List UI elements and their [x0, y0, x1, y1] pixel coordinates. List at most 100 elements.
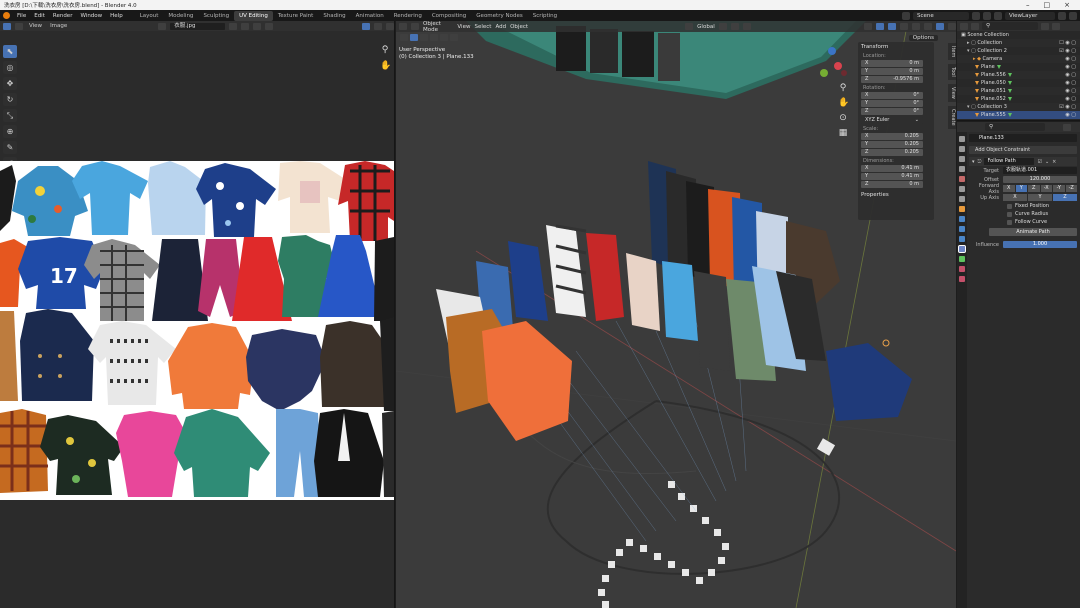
outliner-row-scene-collection[interactable]: ▣ Scene Collection: [957, 31, 1080, 39]
viewport-editor-type-icon[interactable]: [399, 23, 407, 30]
select-subtract-icon[interactable]: [430, 34, 438, 41]
select-intersect-icon[interactable]: [450, 34, 458, 41]
camera-view-icon[interactable]: ⊙: [838, 113, 848, 123]
mode-selector[interactable]: Object Mode: [423, 21, 453, 33]
world-tab-icon[interactable]: [959, 186, 965, 192]
zoom-icon[interactable]: ⚲: [380, 45, 390, 55]
texture-image-clothes[interactable]: 17: [0, 161, 394, 500]
follow-curve-checkbox[interactable]: [1007, 219, 1012, 225]
tab-rendering[interactable]: Rendering: [389, 11, 427, 21]
forward-axis-y[interactable]: Y: [1015, 185, 1027, 192]
close-icon[interactable]: ×: [1064, 1, 1070, 9]
transform-panel-title[interactable]: Transform: [861, 44, 931, 50]
constraint-enable-icon[interactable]: ☑: [1037, 159, 1041, 165]
pin-icon[interactable]: [265, 22, 274, 30]
gizmo-toggle-icon[interactable]: [362, 22, 371, 30]
sync-selection-icon[interactable]: [15, 22, 23, 30]
shading-material-icon[interactable]: [936, 23, 944, 30]
outliner-row-plane-555[interactable]: Plane.555 ◉ ▢: [957, 111, 1080, 119]
offset-field[interactable]: 120.000: [1003, 176, 1077, 183]
overlays-icon[interactable]: [888, 23, 896, 30]
image-name-field[interactable]: 衣服.jpg: [170, 22, 226, 30]
sidebar-tab-item[interactable]: Item: [948, 43, 956, 61]
outliner-row-plane-051[interactable]: Plane.051 ◉ ▢: [957, 87, 1080, 95]
proportional-edit-icon[interactable]: [742, 23, 751, 30]
forward-axis-neg-z[interactable]: -Z: [1065, 185, 1077, 192]
pan-hand-icon[interactable]: ✋: [380, 61, 391, 71]
properties-subpanel[interactable]: Properties: [861, 192, 931, 198]
animate-path-button[interactable]: Animate Path: [989, 228, 1077, 236]
up-axis-x[interactable]: X: [1003, 194, 1027, 201]
curve-radius-checkbox[interactable]: [1007, 211, 1012, 217]
tool-tab-icon[interactable]: [959, 136, 965, 142]
outliner-display-mode-icon[interactable]: [971, 22, 979, 30]
constraints-tab-icon[interactable]: [958, 245, 966, 253]
minimize-icon[interactable]: –: [1026, 1, 1030, 9]
menu-help[interactable]: Help: [106, 13, 127, 19]
scene-selector[interactable]: Scene: [913, 11, 969, 20]
object-tab-icon[interactable]: [959, 206, 965, 212]
viewport-menu-view[interactable]: View: [457, 24, 470, 30]
menu-window[interactable]: Window: [76, 13, 106, 19]
uv-menu-view[interactable]: View: [27, 23, 44, 29]
texture-tab-icon[interactable]: [959, 276, 965, 282]
properties-search-input[interactable]: ⚲: [985, 123, 1045, 131]
scene-browse-icon[interactable]: [972, 11, 980, 20]
collapse-arrow-icon[interactable]: ▾: [972, 159, 975, 165]
location-z-field[interactable]: Z -0.9576 m: [861, 76, 923, 83]
fixed-position-checkbox[interactable]: [1007, 203, 1012, 209]
viewport-zoom-icon[interactable]: ⚲: [838, 83, 848, 93]
particles-tab-icon[interactable]: [959, 226, 965, 232]
editor-type-icon[interactable]: [3, 22, 11, 30]
rotation-mode-selector[interactable]: XYZ Euler ⌄: [861, 117, 923, 124]
cursor-arrow-icon[interactable]: [400, 34, 408, 41]
outliner-editor-type-icon[interactable]: [960, 22, 968, 30]
select-extend-icon[interactable]: [420, 34, 428, 41]
location-x-field[interactable]: X0 m: [861, 60, 923, 67]
scale-y-field[interactable]: Y 0.205: [861, 141, 923, 148]
outliner-row-collection-2[interactable]: ▾ ▢ Collection 2 ☑ ◉ ▢: [957, 47, 1080, 55]
outliner-row-plane-050[interactable]: Plane.050 ◉ ▢: [957, 79, 1080, 87]
data-tab-icon[interactable]: [959, 256, 965, 262]
transform-tool-icon[interactable]: ⊕: [3, 125, 17, 138]
options-button[interactable]: Options: [908, 35, 938, 41]
shading-wire-icon[interactable]: [912, 23, 920, 30]
render-tab-icon[interactable]: [959, 146, 965, 152]
view-layer-tab-icon[interactable]: [959, 166, 965, 172]
scene-add-icon[interactable]: [983, 11, 991, 20]
tab-shading[interactable]: Shading: [318, 11, 350, 21]
transform-orientation-selector[interactable]: Global: [697, 24, 715, 30]
forward-axis-x[interactable]: X: [1003, 185, 1015, 192]
location-y-field[interactable]: Y0 m: [861, 68, 923, 75]
snap-icon[interactable]: [730, 23, 739, 30]
uv-menu-image[interactable]: Image: [48, 23, 69, 29]
gizmo-icon[interactable]: [876, 23, 884, 30]
sidebar-tab-view[interactable]: View: [948, 84, 956, 102]
tab-animation[interactable]: Animation: [351, 11, 389, 21]
dimensions-z-field[interactable]: Z0 m: [861, 181, 923, 188]
scale-x-field[interactable]: X 0.205: [861, 133, 923, 140]
viewport-menu-add[interactable]: Add: [495, 24, 506, 30]
rotation-z-field[interactable]: Z 0°: [861, 108, 923, 115]
image-new-icon[interactable]: [229, 22, 238, 30]
shading-solid-icon[interactable]: [924, 23, 932, 30]
influence-slider[interactable]: 1.000: [1003, 241, 1077, 248]
tab-uv-editing[interactable]: UV Editing: [234, 10, 273, 21]
sidebar-tab-create[interactable]: Create: [948, 105, 956, 129]
pivot-icon[interactable]: [718, 23, 727, 30]
view-layer-remove-icon[interactable]: [1069, 11, 1077, 20]
outliner-filter-icon[interactable]: [1041, 22, 1049, 30]
visibility-icon[interactable]: [864, 23, 872, 30]
menu-file[interactable]: File: [13, 13, 30, 19]
shading-rendered-icon[interactable]: [948, 23, 956, 30]
menu-edit[interactable]: Edit: [30, 13, 49, 19]
move-tool-icon[interactable]: ✥: [3, 77, 17, 90]
outliner-row-collection[interactable]: ▸ ▢ Collection ☐ ◉ ▢: [957, 39, 1080, 47]
pin-properties-icon[interactable]: [1063, 123, 1071, 131]
viewport-menu-object[interactable]: Object: [510, 24, 528, 30]
view-layer-selector[interactable]: ViewLayer: [1005, 11, 1055, 20]
up-axis-z[interactable]: Z: [1053, 194, 1077, 201]
rotate-tool-icon[interactable]: ↻: [3, 93, 17, 106]
object-name-field[interactable]: Plane.133: [969, 134, 1077, 142]
up-axis-y[interactable]: Y: [1028, 194, 1052, 201]
